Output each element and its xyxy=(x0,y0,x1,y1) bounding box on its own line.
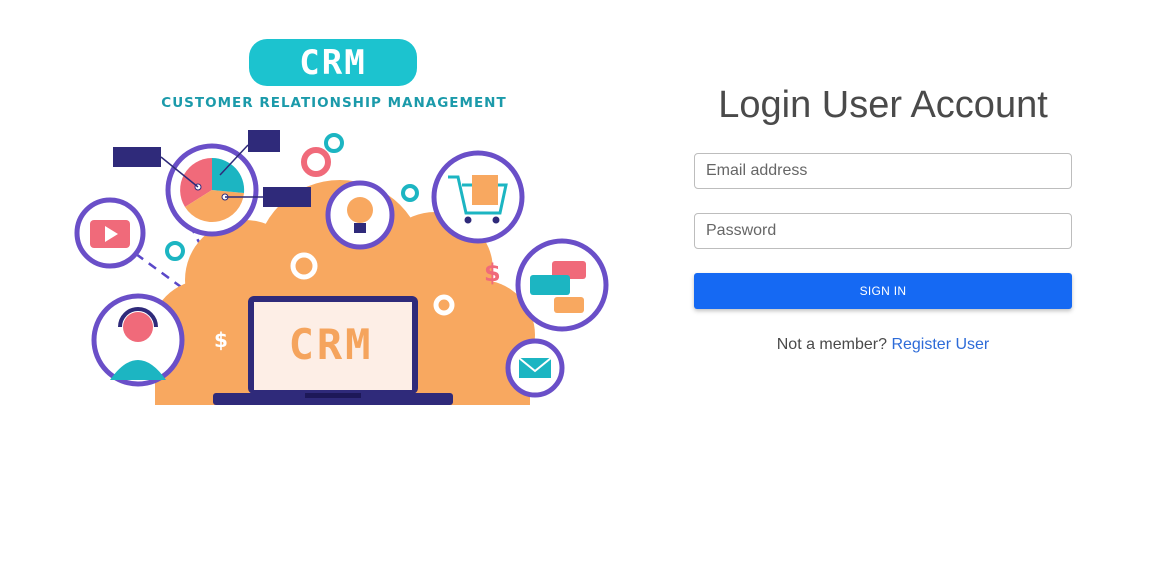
email-field[interactable] xyxy=(694,153,1072,189)
sign-in-button[interactable]: SIGN IN xyxy=(694,273,1072,309)
password-field[interactable] xyxy=(694,213,1072,249)
register-prompt: Not a member? Register User xyxy=(694,336,1072,354)
crm-subtitle: CUSTOMER RELATIONSHIP MANAGEMENT xyxy=(161,95,507,111)
page-title: Login User Account xyxy=(718,84,1048,126)
register-user-link[interactable]: Register User xyxy=(891,336,989,353)
crm-illustration: $ $ CRM CUSTOMER RELATIONSHIP MANAGEMENT… xyxy=(70,35,615,410)
laptop-screen-label: CRM xyxy=(288,320,374,369)
svg-text:$: $ xyxy=(214,328,228,352)
crm-badge: CRM xyxy=(249,39,417,86)
not-member-text: Not a member? xyxy=(776,336,887,353)
svg-text:$: $ xyxy=(484,259,501,287)
login-form: Login User Account SIGN IN Not a member?… xyxy=(694,80,1072,353)
